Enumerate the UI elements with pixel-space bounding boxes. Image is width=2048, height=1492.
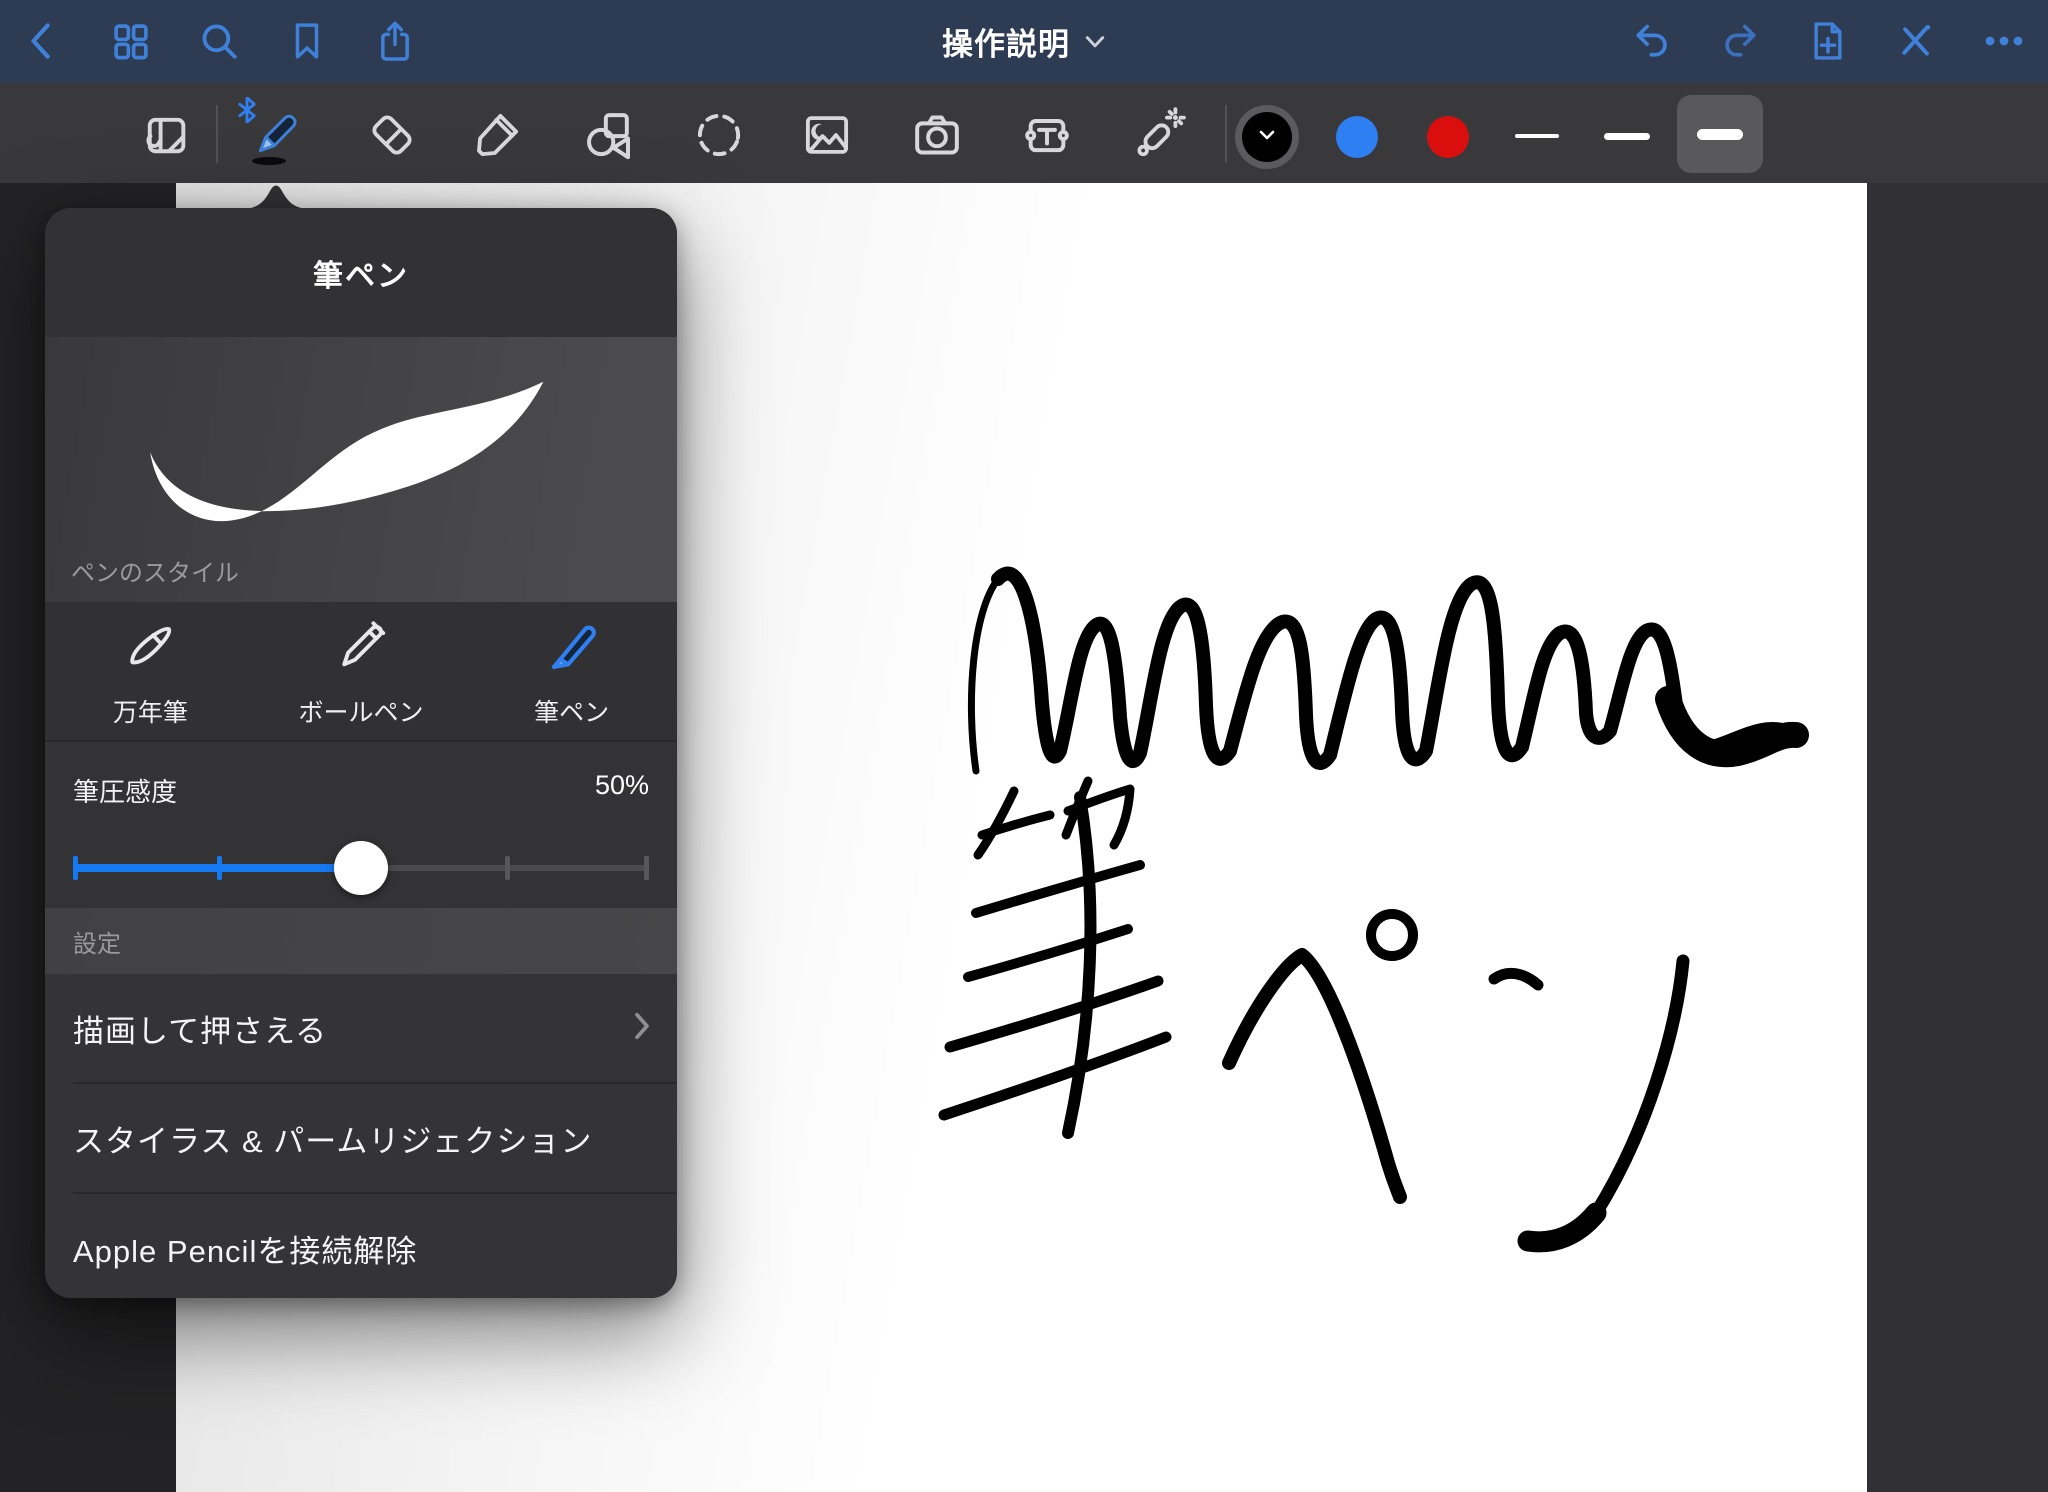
pen-style-ballpoint[interactable]: ボールペン bbox=[256, 602, 467, 740]
share-button[interactable] bbox=[367, 13, 423, 69]
slider-tick bbox=[73, 856, 78, 880]
ballpoint-pen-icon bbox=[330, 614, 392, 681]
color-swatch-blue[interactable] bbox=[1336, 116, 1378, 158]
page-thumbnails-button[interactable] bbox=[103, 13, 159, 69]
chevron-down-icon bbox=[1258, 128, 1276, 146]
app-background-right bbox=[1867, 183, 2048, 1492]
setting-row-label: スタイラス & パームリジェクション bbox=[73, 1116, 592, 1161]
popover-title: 筆ペン bbox=[313, 251, 409, 295]
pen-style-section-label: ペンのスタイル bbox=[71, 553, 239, 588]
toolbar-separator bbox=[216, 105, 218, 163]
top-nav-bar: 操作説明 bbox=[0, 0, 2048, 83]
fountain-pen-icon bbox=[119, 614, 181, 681]
bookmark-button[interactable] bbox=[279, 13, 335, 69]
popover-header: 筆ペン bbox=[45, 208, 677, 337]
add-page-button[interactable] bbox=[1800, 13, 1856, 69]
lasso-tool-button[interactable] bbox=[687, 105, 751, 169]
lasso-icon bbox=[691, 107, 747, 168]
stroke-preview-swoosh bbox=[111, 357, 611, 547]
photo-tool-button[interactable] bbox=[795, 105, 859, 169]
pen-style-label: ボールペン bbox=[299, 693, 424, 729]
undo-button[interactable] bbox=[1624, 13, 1680, 69]
redo-button[interactable] bbox=[1712, 13, 1768, 69]
share-icon bbox=[375, 19, 415, 63]
back-button[interactable] bbox=[14, 13, 70, 69]
brush-pen-icon bbox=[541, 614, 603, 681]
text-tool-button[interactable] bbox=[1015, 105, 1079, 169]
camera-icon bbox=[909, 107, 965, 168]
back-icon bbox=[25, 21, 59, 61]
setting-row-stylus-palm-rejection[interactable]: スタイラス & パームリジェクション bbox=[45, 1084, 677, 1192]
pen-tool-button[interactable] bbox=[244, 105, 308, 169]
settings-rows: 描画して押さえる スタイラス & パームリジェクション Apple Pencil… bbox=[45, 974, 677, 1298]
stroke-width-thick-selected[interactable] bbox=[1677, 95, 1763, 173]
title-chevron-down-icon bbox=[1084, 28, 1106, 55]
highlighter-tool-button[interactable] bbox=[465, 105, 529, 169]
camera-tool-button[interactable] bbox=[905, 105, 969, 169]
bookmark-icon bbox=[288, 20, 326, 62]
settings-section-header: 設定 bbox=[45, 908, 677, 974]
slider-tick bbox=[217, 856, 222, 880]
highlighter-icon bbox=[470, 108, 524, 167]
color-swatch-red[interactable] bbox=[1427, 116, 1469, 158]
stroke-width-thin[interactable] bbox=[1515, 134, 1559, 138]
setting-row-disconnect-apple-pencil[interactable]: Apple Pencilを接続解除 bbox=[45, 1194, 677, 1298]
photo-icon bbox=[800, 108, 854, 167]
settings-header-label: 設定 bbox=[73, 924, 121, 959]
eraser-icon bbox=[365, 108, 419, 167]
pen-style-label: 筆ペン bbox=[534, 693, 609, 729]
pen-mode-toggle-button[interactable] bbox=[1888, 13, 1944, 69]
color-swatch-black[interactable] bbox=[1235, 105, 1299, 169]
text-icon bbox=[1019, 107, 1075, 168]
chevron-right-icon bbox=[633, 1011, 651, 1046]
pressure-label: 筆圧感度 bbox=[73, 772, 177, 809]
setting-row-label: 描画して押さえる bbox=[73, 1006, 327, 1051]
page-panel-icon bbox=[140, 109, 192, 166]
slider-tick bbox=[505, 856, 510, 880]
app-window: 操作説明 bbox=[0, 0, 2048, 1492]
handwriting-n bbox=[1494, 961, 1683, 1242]
handwriting-pe bbox=[1229, 914, 1413, 1197]
slider-thumb[interactable] bbox=[334, 841, 388, 895]
laser-pointer-icon bbox=[1129, 106, 1187, 169]
page-title: 操作説明 bbox=[942, 19, 1070, 64]
pen-style-brush-selected[interactable]: 筆ペン bbox=[466, 602, 677, 740]
setting-row-label: Apple Pencilを接続解除 bbox=[73, 1226, 417, 1271]
more-button[interactable] bbox=[1976, 13, 2032, 69]
squiggle-stroke-start bbox=[971, 579, 998, 771]
pages-grid-icon bbox=[110, 20, 152, 62]
pen-style-fountain[interactable]: 万年筆 bbox=[45, 602, 256, 740]
shapes-tool-button[interactable] bbox=[575, 105, 639, 169]
pressure-value: 50% bbox=[595, 770, 649, 801]
setting-row-draw-and-hold[interactable]: 描画して押さえる bbox=[45, 974, 677, 1082]
handwriting-fude bbox=[944, 781, 1166, 1133]
search-icon bbox=[198, 20, 240, 62]
pen-style-label: 万年筆 bbox=[113, 693, 188, 729]
page-panel-tool-button[interactable] bbox=[134, 105, 198, 169]
stroke-width-thick-line bbox=[1697, 129, 1743, 140]
pen-disable-icon bbox=[1896, 21, 1936, 61]
stroke-preview-panel: ペンのスタイル bbox=[45, 337, 677, 602]
eraser-tool-button[interactable] bbox=[360, 105, 424, 169]
undo-icon bbox=[1631, 21, 1673, 61]
search-button[interactable] bbox=[191, 13, 247, 69]
laser-pointer-tool-button[interactable] bbox=[1126, 105, 1190, 169]
pen-style-selector: 万年筆 ボールペン 筆 bbox=[45, 602, 677, 742]
squiggle-stroke bbox=[998, 574, 1786, 763]
pen-settings-popover: 筆ペン ペンのスタイル 万年筆 bbox=[45, 208, 677, 1298]
redo-icon bbox=[1719, 21, 1761, 61]
stroke-width-medium[interactable] bbox=[1604, 133, 1650, 140]
pen-tool-icon bbox=[244, 105, 308, 169]
slider-tick bbox=[644, 856, 649, 880]
pressure-section: 筆圧感度 50% bbox=[45, 744, 677, 908]
bluetooth-badge-icon bbox=[238, 97, 256, 123]
drawing-toolbar bbox=[0, 83, 2048, 183]
add-page-icon bbox=[1809, 19, 1847, 63]
shapes-icon bbox=[579, 107, 635, 168]
toolbar-separator bbox=[1225, 105, 1227, 163]
more-icon bbox=[1983, 34, 2025, 48]
popover-arrow bbox=[240, 182, 312, 209]
squiggle-stroke-tail bbox=[1668, 699, 1796, 754]
pressure-slider[interactable] bbox=[73, 848, 649, 888]
